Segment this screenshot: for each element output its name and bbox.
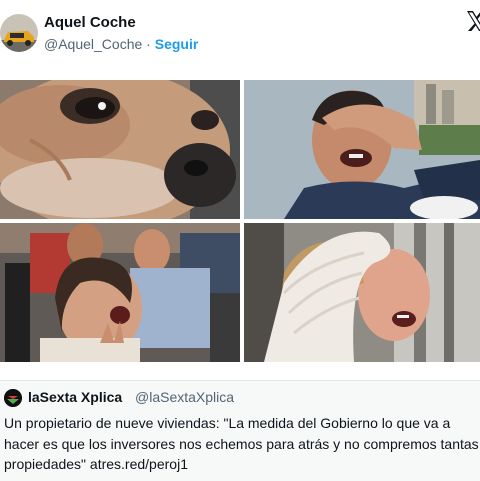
- tweet-header: Aquel Coche @Aquel_Coche · Seguir: [0, 0, 480, 70]
- separator-dot: ·: [146, 36, 151, 52]
- x-logo-icon[interactable]: [466, 10, 480, 32]
- user-handle[interactable]: @Aquel_Coche: [44, 36, 142, 52]
- quoted-account-name[interactable]: laSexta Xplica: [28, 389, 122, 405]
- sad-dog-photo[interactable]: [0, 80, 240, 219]
- handle-line: @Aquel_Coche · Seguir: [44, 36, 198, 52]
- media-grid[interactable]: [0, 80, 480, 362]
- crying-man-photo[interactable]: [244, 80, 480, 219]
- quoted-tweet-text: Un propietario de nueve viviendas: "La m…: [4, 415, 479, 472]
- crying-woman-sweater-photo[interactable]: [244, 223, 480, 362]
- quoted-tweet-card[interactable]: laSexta Xplica @laSextaXplica Un propiet…: [0, 380, 480, 481]
- follow-button[interactable]: Seguir: [155, 36, 199, 52]
- car-avatar-icon[interactable]: [0, 14, 38, 52]
- lasexta-logo-icon[interactable]: [4, 389, 22, 407]
- quoted-account-handle[interactable]: @laSextaXplica: [135, 389, 234, 405]
- crying-crowd-photo[interactable]: [0, 223, 240, 362]
- display-name[interactable]: Aquel Coche: [44, 14, 136, 31]
